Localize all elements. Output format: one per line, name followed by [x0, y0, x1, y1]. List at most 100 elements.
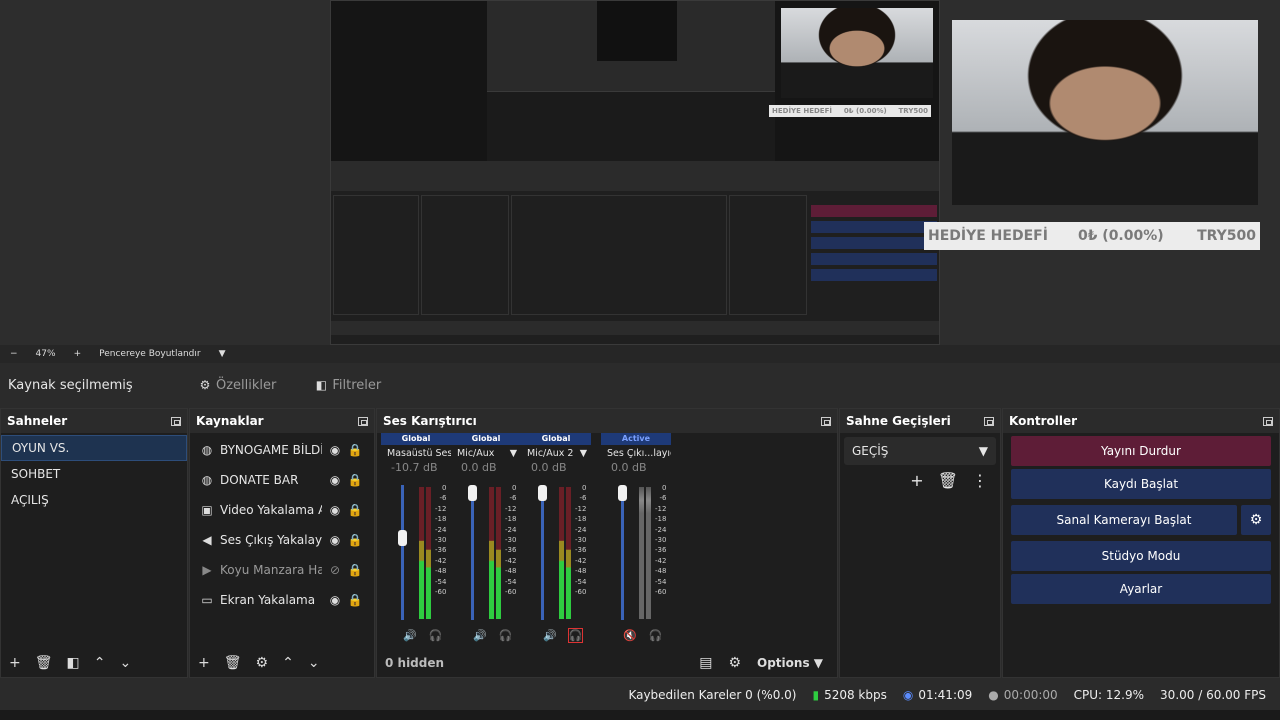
undock-icon[interactable]: [984, 416, 994, 426]
mute-icon[interactable]: 🔇: [623, 629, 637, 642]
fader-handle[interactable]: [398, 530, 407, 547]
eye-icon[interactable]: ◉: [328, 473, 342, 487]
settings-button[interactable]: Ayarlar: [1011, 574, 1271, 604]
move-down-icon[interactable]: ⌄: [119, 655, 131, 671]
eye-icon[interactable]: ◉: [328, 533, 342, 547]
undock-icon[interactable]: [821, 416, 831, 426]
start-recording-button[interactable]: Kaydı Başlat: [1011, 469, 1271, 499]
undock-icon[interactable]: [358, 416, 368, 426]
channel-db-value: 0.0 dB: [531, 461, 567, 474]
fader-handle[interactable]: [468, 485, 477, 501]
scene-filters-icon[interactable]: ◧: [67, 655, 80, 671]
program-canvas[interactable]: HEDİYE HEDEFİ 0₺ (0.00%) TRY500: [330, 0, 940, 345]
volume-fader[interactable]: [401, 485, 404, 620]
source-item[interactable]: ◀ Ses Çıkış Yakalayıcısı ◉ 🔒: [190, 525, 374, 555]
channel-name[interactable]: Mic/Aux ▼: [451, 445, 521, 461]
signal-bars-icon: ▮: [812, 688, 820, 702]
level-meter: [426, 487, 431, 619]
chevron-down-icon: ▼: [509, 447, 517, 459]
move-up-icon[interactable]: ⌃: [282, 655, 294, 671]
trash-icon[interactable]: 🗑: [938, 471, 958, 490]
camera-icon: ▣: [201, 503, 213, 517]
lock-icon[interactable]: 🔒: [348, 563, 363, 577]
source-item[interactable]: ▶ Koyu Manzara Hareketli ⊘ 🔒: [190, 555, 374, 585]
undock-icon[interactable]: [171, 416, 181, 426]
studio-mode-button[interactable]: Stüdyo Modu: [1011, 541, 1271, 571]
scale-tick: -18: [655, 515, 667, 524]
volume-fader[interactable]: [471, 485, 474, 620]
audio-mixer-dock: Ses Karıştırıcı GlobalMasaüstü Ses▼-10.7…: [376, 408, 838, 678]
lock-icon[interactable]: 🔒: [348, 533, 363, 547]
add-source-button[interactable]: +: [198, 655, 210, 671]
source-item[interactable]: ◍ DONATE BAR ◉ 🔒: [190, 465, 374, 495]
zoom-out-button[interactable]: −: [10, 349, 18, 359]
add-scene-button[interactable]: +: [9, 655, 21, 671]
move-down-icon[interactable]: ⌄: [308, 655, 320, 671]
filters-button[interactable]: ◧ Filtreler: [306, 373, 389, 398]
headphones-icon[interactable]: 🎧: [429, 629, 443, 642]
fader-handle[interactable]: [618, 485, 627, 501]
trash-icon[interactable]: 🗑: [35, 655, 53, 671]
start-virtual-camera-button[interactable]: Sanal Kamerayı Başlat: [1011, 505, 1237, 535]
layout-icon[interactable]: ▤: [699, 655, 712, 671]
eye-icon[interactable]: ◉: [328, 503, 342, 517]
speaker-icon[interactable]: 🔊: [543, 629, 557, 642]
source-item[interactable]: ◍ BYNOGAME BİLDİRİ ◉ 🔒: [190, 435, 374, 465]
scene-item-acilis[interactable]: AÇILIŞ: [1, 487, 187, 513]
chevron-down-icon: ▼: [579, 447, 587, 459]
taskbar: [0, 710, 1280, 720]
virtual-camera-settings-icon[interactable]: ⚙: [1241, 505, 1271, 535]
gear-icon[interactable]: ⚙: [256, 655, 269, 671]
lock-icon[interactable]: 🔒: [348, 593, 363, 607]
speaker-icon[interactable]: 🔊: [403, 629, 417, 642]
move-up-icon[interactable]: ⌃: [94, 655, 106, 671]
add-transition-button[interactable]: +: [910, 471, 923, 490]
live-icon: ◉: [902, 688, 914, 702]
headphones-icon[interactable]: 🎧: [499, 629, 513, 642]
mixer-footer: 0 hidden ▤ ⚙ Options ▼: [377, 649, 837, 677]
source-item[interactable]: ▣ Video Yakalama Aygıtı ◉ 🔒: [190, 495, 374, 525]
eye-icon[interactable]: ◉: [328, 593, 342, 607]
source-item[interactable]: ▭ Ekran Yakalama ◉ 🔒: [190, 585, 374, 615]
scale-tick: -30: [655, 536, 667, 545]
advanced-audio-icon[interactable]: ⚙: [728, 655, 741, 671]
trash-icon[interactable]: 🗑: [224, 655, 242, 671]
stop-stream-button[interactable]: Yayını Durdur: [1011, 436, 1271, 466]
headphones-icon[interactable]: 🎧: [567, 628, 584, 643]
zoom-in-button[interactable]: +: [74, 349, 82, 359]
scale-tick: -30: [575, 536, 587, 545]
options-button[interactable]: Options ▼: [757, 656, 823, 670]
scale-tick: -6: [579, 494, 587, 503]
eye-icon[interactable]: ◉: [328, 443, 342, 457]
lock-icon[interactable]: 🔒: [348, 503, 363, 517]
undock-icon[interactable]: [1263, 416, 1273, 426]
speaker-icon[interactable]: 🔊: [473, 629, 487, 642]
properties-button[interactable]: ⚙ Özellikler: [190, 373, 284, 398]
lock-icon[interactable]: 🔒: [348, 443, 363, 457]
volume-fader[interactable]: [541, 485, 544, 620]
speaker-icon: ◀: [202, 533, 212, 547]
transition-select[interactable]: GEÇİŞ ▼: [844, 437, 996, 465]
channel-name[interactable]: Masaüstü Ses▼: [381, 445, 451, 461]
scene-item-oyun[interactable]: OYUN VS.: [1, 435, 187, 461]
mixer-channel: Global Mic/Aux 2 ▼ 0.0 dB 0 -6 -12 -18 -24 -30 -36…: [521, 433, 591, 648]
volume-fader[interactable]: [621, 485, 624, 620]
scale-tick: -18: [505, 515, 517, 524]
scale-tick: -48: [435, 567, 447, 576]
fps-indicator: 30.00 / 60.00 FPS: [1160, 688, 1266, 702]
sources-dock: Kaynaklar ◍ BYNOGAME BİLDİRİ ◉ 🔒 ◍ DONAT…: [189, 408, 375, 678]
sources-footer: + 🗑 ⚙ ⌃ ⌄: [190, 649, 374, 677]
lock-icon[interactable]: 🔒: [348, 473, 363, 487]
headphones-icon[interactable]: 🎧: [649, 629, 663, 642]
db-scale: 0 -6 -12 -18 -24 -30 -36 -42 -48 -54 -60: [505, 483, 516, 597]
channel-name[interactable]: Mic/Aux 2 ▼: [521, 445, 591, 461]
channel-name[interactable]: Ses Çıkı...layıcısı▼: [601, 445, 671, 461]
more-options-icon[interactable]: ⋮: [972, 471, 988, 490]
eye-hidden-icon[interactable]: ⊘: [328, 563, 342, 577]
chevron-down-icon[interactable]: ▼: [219, 349, 226, 359]
mixer-dock-title: Ses Karıştırıcı: [377, 409, 837, 433]
fit-window-label[interactable]: Pencereye Boyutlandır: [99, 349, 200, 359]
scene-item-sohbet[interactable]: SOHBET: [1, 461, 187, 487]
fader-handle[interactable]: [538, 485, 547, 501]
preview-area[interactable]: HEDİYE HEDEFİ 0₺ (0.00%) TRY500 HEDİYE H…: [0, 0, 1280, 345]
